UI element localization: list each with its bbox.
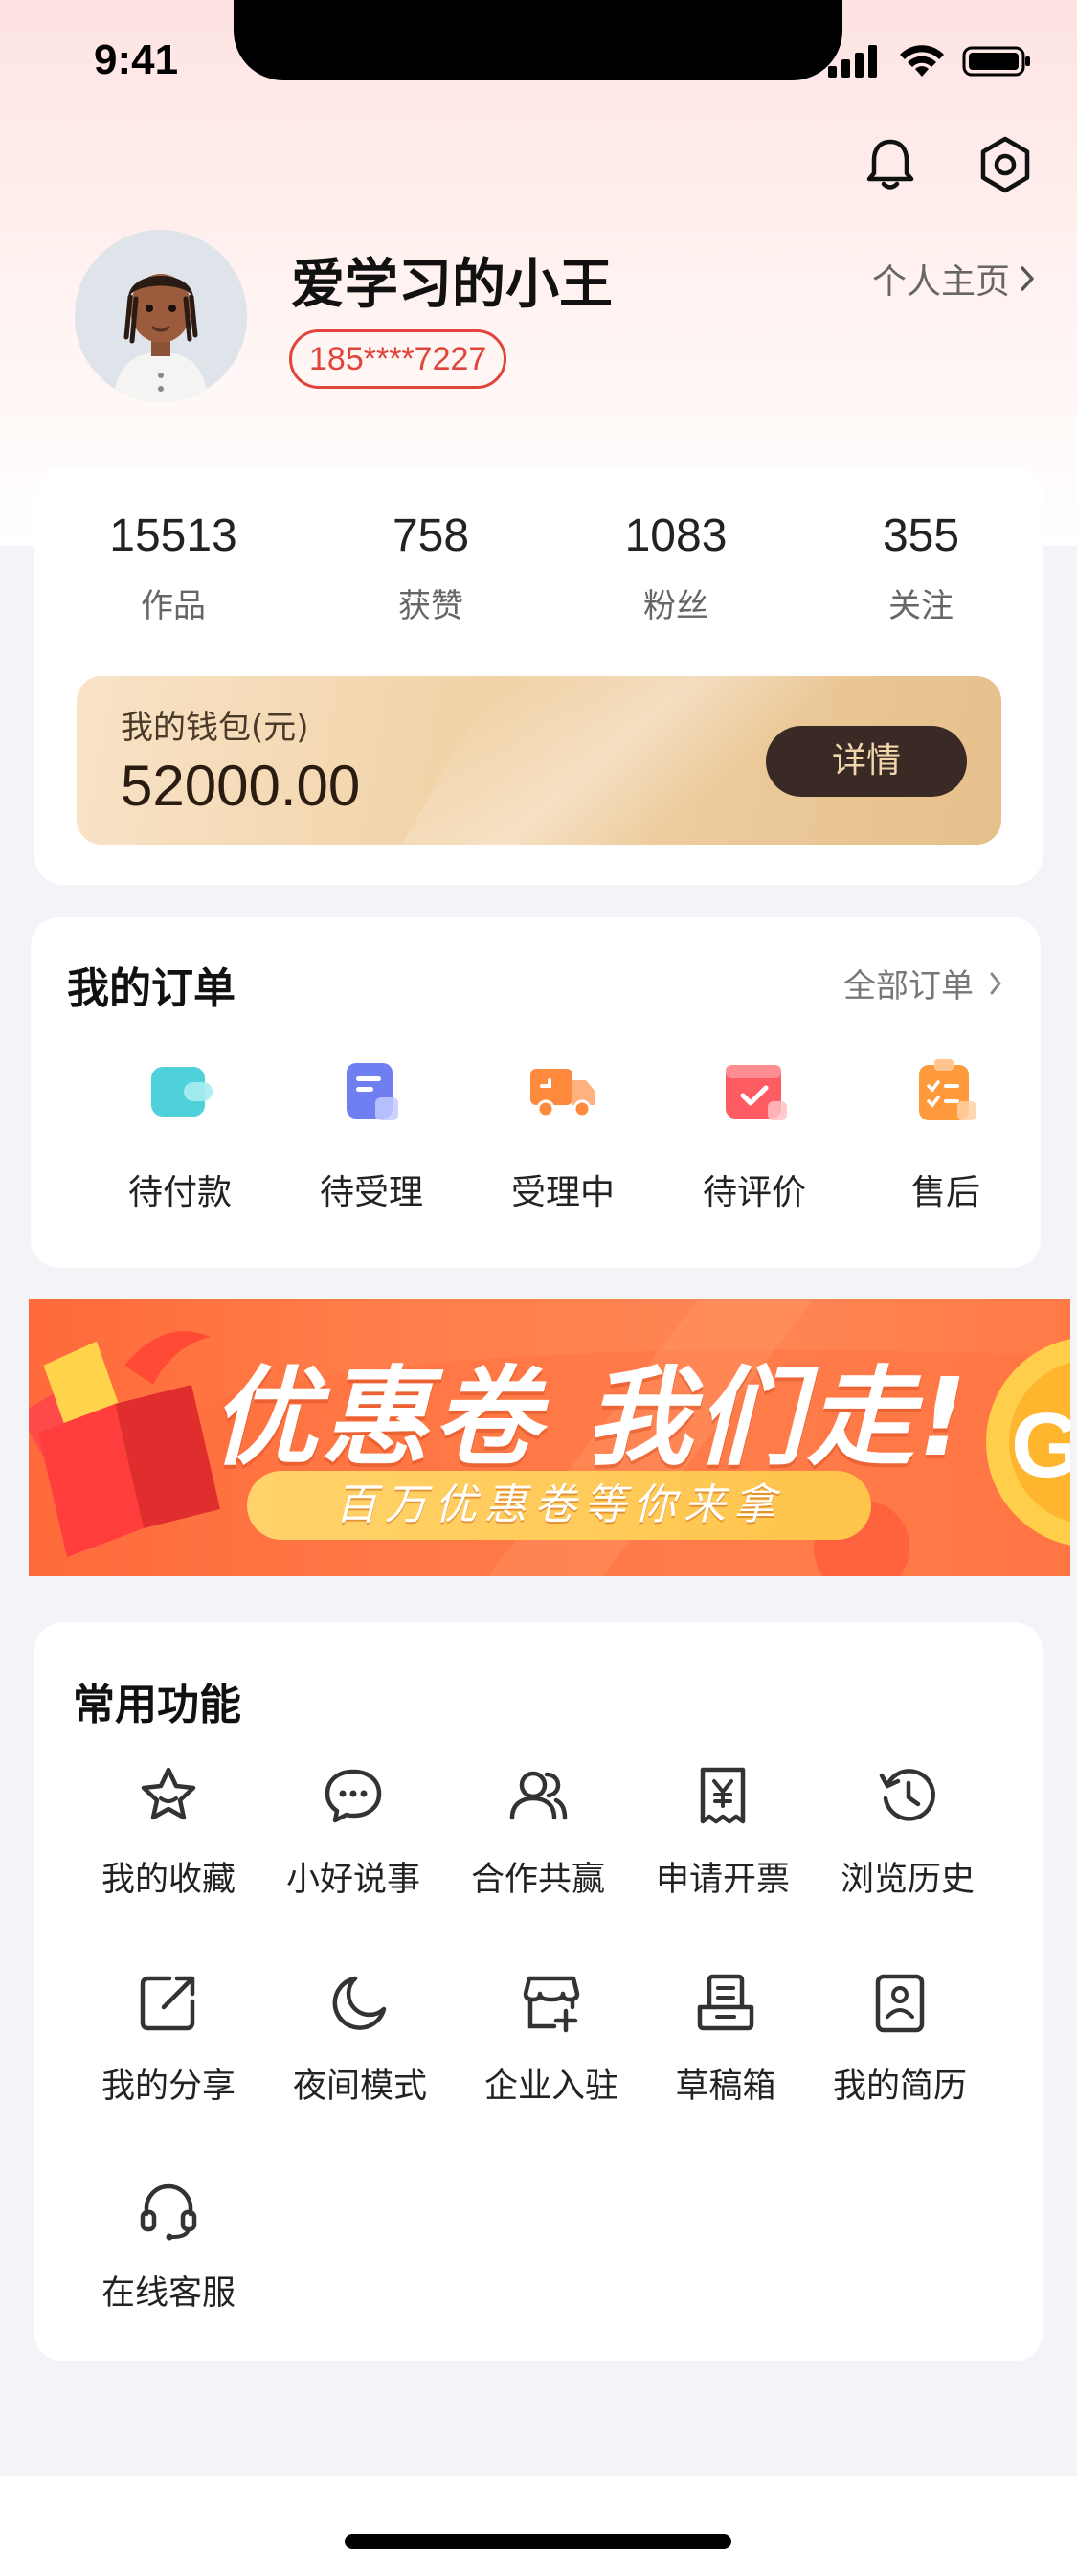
- func-invoice[interactable]: 申请开票: [627, 1762, 819, 1901]
- chat-bubble-icon: [325, 1769, 382, 1823]
- order-label: 售后: [910, 1173, 980, 1212]
- func-drafts[interactable]: 草稿箱: [630, 1969, 821, 2108]
- functions-title: 常用功能: [73, 1681, 241, 1729]
- chevron-right-icon: [1021, 266, 1034, 291]
- func-night-mode[interactable]: 夜间模式: [264, 1969, 456, 2108]
- functions-card: 常用功能 我的收藏 小好说事 合作共赢 申请开票 浏览历史 我的分享 夜间模式 …: [34, 1622, 1043, 2361]
- resume-icon: [875, 1974, 925, 2033]
- stats-card: 15513 作品 758 获赞 1083 粉丝 355 关注 我的钱包(元) 5…: [34, 467, 1043, 885]
- chevron-right-icon: [990, 972, 1001, 994]
- func-support[interactable]: 在线客服: [73, 2176, 264, 2315]
- status-time: 9:41: [94, 36, 179, 83]
- star-icon: [141, 1767, 196, 1820]
- func-label: 申请开票: [655, 1861, 790, 1899]
- invoice-icon: [700, 1767, 746, 1824]
- share-icon: [140, 1976, 195, 2031]
- stat-label: 关注: [888, 587, 954, 625]
- func-share[interactable]: 我的分享: [73, 1969, 264, 2108]
- moon-icon: [332, 1976, 387, 2030]
- wallet-panel: 我的钱包(元) 52000.00 详情: [77, 676, 1001, 845]
- wallet-amount: 52000.00: [121, 754, 361, 818]
- home-bar-area: [0, 2476, 1077, 2576]
- status-icons: [828, 44, 1031, 79]
- profile-home-label: 个人主页: [871, 262, 1010, 302]
- device-notch: [234, 0, 842, 80]
- banner-subtitle: 百万优惠卷等你来拿: [335, 1480, 783, 1529]
- stat-value: 15513: [109, 510, 237, 561]
- coupon-banner[interactable]: G 优惠卷 我们走! 百万优惠卷等你来拿: [29, 1299, 1070, 1576]
- func-label: 浏览历史: [840, 1861, 975, 1899]
- wifi-icon: [900, 45, 944, 77]
- stat-fans[interactable]: 1083 粉丝: [561, 509, 791, 626]
- stat-label: 获赞: [398, 587, 463, 625]
- rating-box-icon: [726, 1065, 787, 1120]
- headset-icon: [140, 2183, 197, 2241]
- stat-works[interactable]: 15513 作品: [58, 509, 288, 626]
- home-indicator[interactable]: [345, 2534, 731, 2549]
- func-enterprise[interactable]: 企业入驻: [456, 1969, 647, 2108]
- svg-text:G: G: [1011, 1394, 1070, 1497]
- settings-icon[interactable]: [975, 134, 1036, 195]
- username: 爱学习的小王: [291, 254, 613, 316]
- func-label: 草稿箱: [675, 2068, 776, 2106]
- order-in-progress[interactable]: 受理中: [477, 1051, 649, 1214]
- orders-card: 我的订单 全部订单 待付款 待受理 受理中 待评价 售后: [31, 917, 1041, 1268]
- users-icon: [509, 1771, 568, 1820]
- func-cooperation[interactable]: 合作共赢: [442, 1762, 634, 1901]
- func-resume[interactable]: 我的简历: [804, 1969, 996, 2108]
- banner-title: 优惠卷 我们走!: [211, 1356, 972, 1480]
- profile-home-link[interactable]: 个人主页: [872, 254, 1035, 304]
- func-favorites[interactable]: 我的收藏: [73, 1762, 264, 1901]
- order-label: 待评价: [702, 1173, 806, 1212]
- func-history[interactable]: 浏览历史: [812, 1762, 1003, 1901]
- battery-icon: [962, 46, 1030, 77]
- wallet-label: 我的钱包(元): [121, 709, 309, 747]
- stat-value: 355: [882, 510, 960, 561]
- stat-label: 作品: [141, 587, 206, 625]
- func-label: 夜间模式: [292, 2068, 427, 2106]
- func-label: 我的收藏: [101, 1861, 236, 1899]
- phone-badge: 185****7227: [289, 329, 507, 389]
- stat-following[interactable]: 355 关注: [806, 509, 1036, 626]
- store-icon: [523, 1976, 580, 2033]
- order-label: 受理中: [510, 1173, 615, 1212]
- avatar-illustration: [75, 230, 247, 402]
- all-orders-label: 全部订单: [843, 967, 974, 1006]
- order-label: 待受理: [319, 1173, 423, 1212]
- order-pending-review[interactable]: 待评价: [668, 1051, 841, 1214]
- clipboard-icon: [919, 1059, 976, 1120]
- order-pending-payment[interactable]: 待付款: [94, 1051, 266, 1214]
- avatar[interactable]: [75, 230, 247, 402]
- func-label: 在线客服: [101, 2274, 236, 2313]
- document-icon: [347, 1063, 398, 1120]
- func-talk[interactable]: 小好说事: [258, 1762, 449, 1901]
- func-label: 企业入驻: [483, 2068, 618, 2106]
- orders-title: 我的订单: [67, 964, 236, 1013]
- history-icon: [879, 1769, 935, 1821]
- stat-likes[interactable]: 758 获赞: [316, 509, 546, 626]
- drafts-icon: [697, 1974, 754, 2031]
- stat-value: 758: [392, 510, 470, 561]
- signal-icon: [828, 45, 877, 78]
- stat-label: 粉丝: [643, 587, 708, 625]
- truck-icon: [530, 1069, 595, 1119]
- wallet-icon: [151, 1067, 213, 1117]
- func-label: 我的简历: [832, 2068, 967, 2106]
- bell-icon[interactable]: [860, 134, 921, 195]
- func-label: 合作共赢: [470, 1861, 605, 1899]
- order-pending-acceptance[interactable]: 待受理: [285, 1051, 458, 1214]
- func-label: 我的分享: [101, 2068, 236, 2106]
- all-orders-link[interactable]: 全部订单: [843, 960, 1002, 1006]
- func-label: 小好说事: [285, 1861, 420, 1899]
- order-label: 待付款: [127, 1173, 232, 1212]
- order-after-sales[interactable]: 售后: [860, 1051, 1032, 1214]
- stat-value: 1083: [624, 510, 728, 561]
- wallet-details-button[interactable]: 详情: [766, 726, 967, 797]
